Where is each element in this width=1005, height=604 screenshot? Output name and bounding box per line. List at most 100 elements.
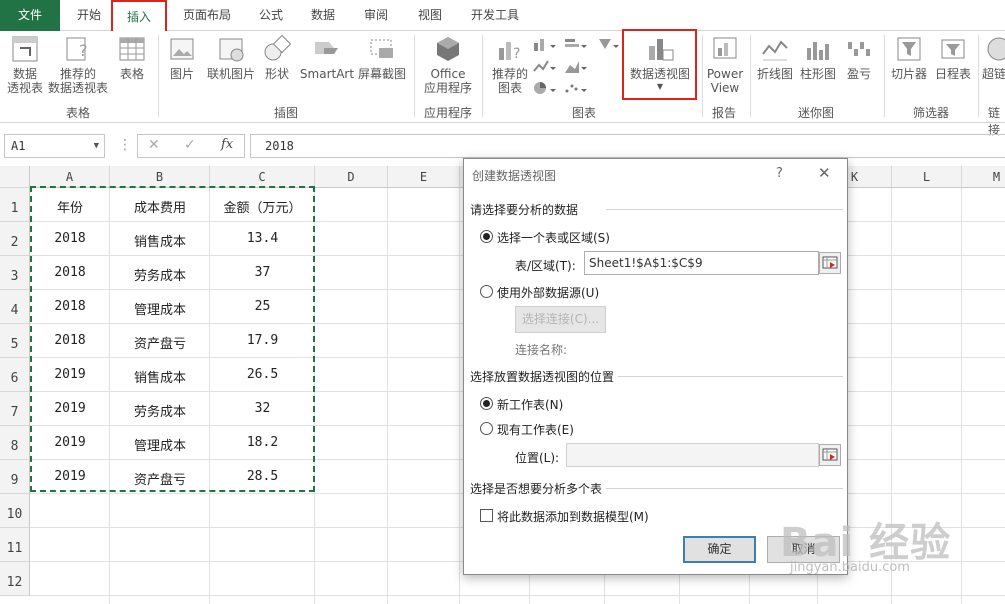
recommended-pivot-button[interactable]: ? 推荐的 数据透视表 [46, 34, 110, 95]
row-header-6[interactable]: 6 [0, 358, 30, 392]
column-header-B[interactable]: B [110, 166, 210, 188]
radio-new-worksheet-label[interactable]: 新工作表(N) [497, 396, 563, 413]
radio-new-worksheet[interactable] [480, 397, 493, 410]
insert-function-icon[interactable]: fx [221, 137, 233, 152]
scatter-chart-icon[interactable] [563, 81, 589, 95]
screenshot-button[interactable]: 屏幕截图 [356, 34, 408, 81]
range-input[interactable]: Sheet1!$A$1:$C$9 [584, 251, 819, 275]
chevron-down-icon[interactable]: ▼ [94, 135, 99, 157]
select-all-corner[interactable] [0, 166, 30, 188]
sparkline-winloss-button[interactable]: 盈亏 [842, 34, 876, 81]
tab-formulas[interactable]: 公式 [250, 0, 292, 31]
column-header-L[interactable]: L [892, 166, 962, 188]
enter-icon[interactable]: ✓ [184, 137, 196, 153]
tab-page-layout[interactable]: 页面布局 [174, 0, 240, 31]
tab-data[interactable]: 数据 [302, 0, 344, 31]
close-button[interactable]: ✕ [818, 164, 831, 182]
divider [606, 209, 843, 210]
row-header-4[interactable]: 4 [0, 290, 30, 324]
ok-button[interactable]: 确定 [683, 536, 756, 563]
tab-developer[interactable]: 开发工具 [462, 0, 528, 31]
picture-button[interactable]: 图片 [164, 34, 200, 81]
radio-select-range[interactable] [480, 230, 493, 243]
row-header-11[interactable]: 11 [0, 528, 30, 562]
group-separator [414, 35, 415, 117]
hyperlink-button[interactable]: 超链 [982, 34, 1005, 81]
location-input[interactable] [566, 443, 819, 467]
recommended-charts-button[interactable]: ? 推荐的 图表 [488, 34, 532, 95]
pie-chart-icon[interactable] [532, 81, 558, 95]
pivotchart-button[interactable]: 数据透视图 ▼ [626, 34, 694, 91]
office-apps-button[interactable]: Office 应用程序 [418, 34, 478, 95]
sparkline-column-button[interactable]: 柱形图 [798, 34, 838, 81]
shapes-button[interactable]: 形状 [260, 34, 294, 81]
column-header-D[interactable]: D [315, 166, 388, 188]
range-collapse-button[interactable] [819, 252, 841, 274]
location-collapse-button[interactable] [819, 444, 841, 466]
timeline-button[interactable]: 日程表 [932, 34, 974, 81]
power-view-icon [713, 37, 737, 59]
column-header-C[interactable]: C [210, 166, 315, 188]
grid-line [387, 188, 388, 604]
power-view-button[interactable]: Power View [704, 34, 746, 95]
table-button[interactable]: 表格 [112, 34, 152, 81]
radio-select-range-label[interactable]: 选择一个表或区域(S) [497, 229, 610, 246]
tab-view[interactable]: 视图 [409, 0, 451, 31]
watermark-url: jingyan.baidu.com [790, 560, 910, 575]
divider [606, 488, 843, 489]
help-button[interactable]: ? [776, 166, 783, 181]
online-pictures-button[interactable]: 联机图片 [204, 34, 258, 81]
row-header-7[interactable]: 7 [0, 392, 30, 426]
picture-icon [170, 38, 194, 60]
pivotchart-icon [649, 39, 674, 61]
line-chart-icon[interactable] [532, 59, 558, 73]
slicer-button[interactable]: 切片器 [888, 34, 930, 81]
column-chart-icon[interactable] [532, 37, 558, 51]
smartart-icon [315, 42, 338, 54]
column-header-M[interactable]: M [962, 166, 1005, 188]
area-chart-icon[interactable] [563, 59, 589, 73]
bar-chart-icon[interactable] [563, 37, 589, 51]
row-header-1[interactable]: 1 [0, 188, 30, 222]
divider [618, 376, 843, 377]
row-header-10[interactable]: 10 [0, 494, 30, 528]
tab-file[interactable]: 文件 [0, 0, 60, 31]
sparkline-winloss-icon [848, 42, 870, 56]
smartart-button[interactable]: SmartArt [298, 34, 356, 81]
add-to-data-model-checkbox[interactable] [480, 509, 493, 522]
tab-insert[interactable]: 插入 [111, 0, 167, 33]
tab-home[interactable]: 开始 [68, 0, 110, 31]
connection-name-label: 连接名称: [515, 343, 568, 357]
row-header-8[interactable]: 8 [0, 426, 30, 460]
row-header-5[interactable]: 5 [0, 324, 30, 358]
row-header-2[interactable]: 2 [0, 222, 30, 256]
hierarchy-chart-icon[interactable] [596, 37, 622, 51]
add-to-data-model-label[interactable]: 将此数据添加到数据模型(M) [497, 508, 649, 525]
formula-bar: A1 ▼ ⋮ ✕ ✓ fx 2018 [0, 133, 1005, 159]
group-apps-label: 应用程序 [424, 106, 473, 120]
group-filters-label: 筛选器 [913, 106, 950, 120]
group-separator [884, 35, 885, 117]
grid-line [961, 188, 962, 604]
sparkline-line-button[interactable]: 折线图 [754, 34, 796, 81]
group-separator [750, 35, 751, 117]
radio-external-source[interactable] [480, 285, 493, 298]
row-header-3[interactable]: 3 [0, 256, 30, 290]
more-icon: ⋮ [118, 137, 132, 153]
tab-review[interactable]: 审阅 [355, 0, 397, 31]
group-illustrations-label: 插图 [274, 106, 299, 120]
svg-text:?: ? [79, 41, 88, 60]
pivot-table-button[interactable]: 数据 透视表 [3, 34, 47, 95]
radio-existing-worksheet[interactable] [480, 422, 493, 435]
cancel-icon[interactable]: ✕ [148, 137, 160, 153]
formula-input[interactable]: 2018 [250, 134, 1005, 158]
column-header-A[interactable]: A [30, 166, 110, 188]
radio-existing-worksheet-label[interactable]: 现有工作表(E) [497, 421, 574, 438]
ribbon: 数据 透视表 ? 推荐的 数据透视表 表格 表格 图片 联机图片 形状 Smar… [0, 29, 1005, 137]
column-header-E[interactable]: E [388, 166, 460, 188]
row-header-9[interactable]: 9 [0, 460, 30, 494]
radio-external-source-label[interactable]: 使用外部数据源(U) [497, 284, 599, 301]
row-header-12[interactable]: 12 [0, 562, 30, 596]
name-box[interactable]: A1 ▼ [4, 134, 105, 158]
choose-connection-button[interactable]: 选择连接(C)... [515, 306, 606, 333]
